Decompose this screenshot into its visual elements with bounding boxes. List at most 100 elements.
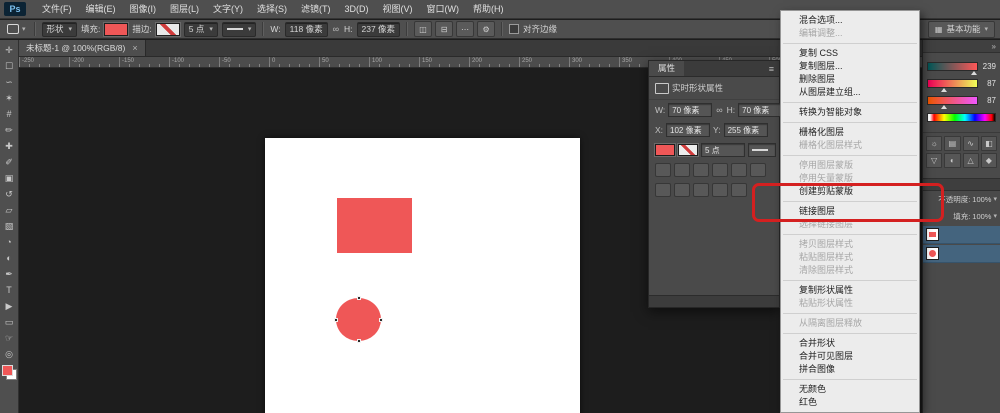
shape-anchor[interactable] — [379, 318, 383, 322]
context-menu-item[interactable]: 删除图层 — [781, 73, 919, 86]
context-menu-item[interactable]: 从隔离图层释放 — [781, 317, 919, 330]
blue-value[interactable]: 87 — [981, 96, 996, 105]
menubar-item[interactable]: 选择(S) — [250, 0, 294, 19]
context-menu-item[interactable]: 栅格化图层样式 — [781, 139, 919, 152]
foreground-color-swatch[interactable] — [2, 365, 13, 376]
context-menu-item[interactable]: 选择链接图层 — [781, 218, 919, 231]
context-menu-item-link-layers[interactable]: 链接图层 — [781, 205, 919, 218]
spot-healing-tool[interactable]: ✚ — [1, 138, 18, 154]
dodge-tool[interactable]: ◐ — [1, 250, 18, 266]
context-menu-item[interactable]: 合并可见图层 — [781, 350, 919, 363]
menubar-item[interactable]: 文件(F) — [35, 0, 79, 19]
quick-selection-tool[interactable]: ✶ — [1, 90, 18, 106]
brush-tool[interactable]: ✐ — [1, 154, 18, 170]
corner-radius-bottomright[interactable] — [731, 183, 747, 197]
history-brush-tool[interactable]: ↺ — [1, 186, 18, 202]
context-menu-item[interactable]: 从图层建立组... — [781, 86, 919, 99]
green-slider[interactable] — [927, 79, 978, 88]
shape-anchor[interactable] — [334, 318, 338, 322]
brightness-contrast-icon[interactable]: ☼ — [926, 136, 942, 151]
menubar-item[interactable]: 帮助(H) — [466, 0, 511, 19]
stroke-cap-icon[interactable] — [674, 163, 690, 177]
red-value[interactable]: 239 — [981, 62, 996, 71]
context-menu-item[interactable]: 复制图层... — [781, 60, 919, 73]
gradient-tool[interactable]: ▧ — [1, 218, 18, 234]
menubar-item[interactable]: 滤镜(T) — [294, 0, 338, 19]
lasso-tool[interactable]: ∽ — [1, 74, 18, 90]
stroke-width-input[interactable]: 5 点 ▾ — [184, 22, 218, 37]
context-menu-item[interactable]: 创建剪贴蒙版 — [781, 185, 919, 198]
layers-panel-tabs[interactable] — [923, 178, 1000, 191]
context-menu-item[interactable]: 停用矢量蒙版 — [781, 172, 919, 185]
shape-settings-gear-icon[interactable]: ⚙ — [477, 21, 495, 37]
stroke-more-icon[interactable] — [731, 163, 747, 177]
link-dimensions-icon[interactable]: ∞ — [332, 24, 340, 34]
link-dimensions-icon[interactable]: ∞ — [715, 105, 723, 115]
workspace-switcher[interactable]: ▦ 基本功能 ▾ — [928, 21, 995, 38]
shape-anchor[interactable] — [357, 339, 361, 343]
path-arrangement-icon[interactable]: ⋯ — [456, 21, 474, 37]
move-tool[interactable]: ✛ — [1, 42, 18, 58]
stroke-corner-icon[interactable] — [693, 163, 709, 177]
fill-color-swatch[interactable] — [104, 23, 128, 36]
menubar-item[interactable]: 3D(D) — [338, 0, 376, 19]
eyedropper-tool[interactable]: ✏ — [1, 122, 18, 138]
red-slider[interactable] — [927, 62, 978, 71]
rectangle-shape[interactable] — [337, 198, 412, 253]
context-menu-item[interactable]: 粘贴图层样式 — [781, 251, 919, 264]
document-canvas[interactable] — [265, 138, 580, 413]
corner-radius-bottomleft[interactable] — [712, 183, 728, 197]
stroke-width-input[interactable]: 5 点 — [701, 143, 745, 157]
stroke-color-swatch[interactable] — [156, 23, 180, 36]
context-menu-item[interactable]: 混合选项... — [781, 14, 919, 27]
black-white-icon[interactable]: ◆ — [981, 153, 997, 168]
stroke-reset-icon[interactable] — [750, 163, 766, 177]
context-menu-item[interactable]: 红色 — [781, 396, 919, 409]
color-balance-icon[interactable]: △ — [963, 153, 979, 168]
path-selection-tool[interactable]: ▶ — [1, 298, 18, 314]
ellipse-shape[interactable] — [336, 298, 381, 341]
menubar-item[interactable]: 窗口(W) — [420, 0, 467, 19]
context-menu-item[interactable]: 编辑调整... — [781, 27, 919, 40]
color-swatch-pair[interactable] — [2, 365, 17, 380]
menubar-item[interactable]: 图像(I) — [123, 0, 164, 19]
context-menu-item[interactable]: 粘贴形状属性 — [781, 297, 919, 310]
green-value[interactable]: 87 — [981, 79, 996, 88]
collapse-panels-icon[interactable]: » — [992, 42, 996, 51]
stroke-style-select[interactable] — [748, 143, 776, 157]
corner-radius-topleft[interactable] — [674, 183, 690, 197]
document-tab[interactable]: 未标题-1 @ 100%(RGB/8) × — [19, 40, 146, 56]
shape-y-input[interactable]: 255 像素 — [724, 123, 768, 137]
stroke-style-select[interactable]: ▾ — [222, 22, 257, 37]
vibrance-icon[interactable]: ▽ — [926, 153, 942, 168]
stroke-dash-icon[interactable] — [712, 163, 728, 177]
properties-tab[interactable]: 属性 — [649, 61, 684, 76]
eraser-tool[interactable]: ▱ — [1, 202, 18, 218]
stroke-color-swatch[interactable] — [678, 144, 698, 156]
pen-tool[interactable]: ✒ — [1, 266, 18, 282]
shape-x-input[interactable]: 102 像素 — [666, 123, 710, 137]
slider-handle[interactable] — [941, 102, 947, 109]
menubar-item[interactable]: 图层(L) — [163, 0, 206, 19]
stroke-align-icon[interactable] — [655, 163, 671, 177]
layer-row-selected[interactable] — [923, 226, 1000, 244]
context-menu-item[interactable]: 拷贝图层样式 — [781, 238, 919, 251]
shape-width-input[interactable]: 70 像素 — [668, 103, 712, 117]
close-icon[interactable]: × — [132, 43, 137, 53]
path-operations-icon[interactable]: ◫ — [414, 21, 432, 37]
path-alignment-icon[interactable]: ⊟ — [435, 21, 453, 37]
menubar-item[interactable]: 文字(Y) — [206, 0, 250, 19]
context-menu-item[interactable]: 转换为智能对象 — [781, 106, 919, 119]
menubar-item[interactable]: 视图(V) — [376, 0, 420, 19]
levels-icon[interactable]: ▤ — [944, 136, 960, 151]
hand-tool[interactable]: ☞ — [1, 330, 18, 346]
context-menu-item[interactable]: 拼合图像 — [781, 363, 919, 376]
blur-tool[interactable]: ◔ — [1, 234, 18, 250]
slider-handle[interactable] — [941, 85, 947, 92]
color-spectrum-ramp[interactable] — [927, 113, 996, 122]
crop-tool[interactable]: # — [1, 106, 18, 122]
opacity-value[interactable]: 100% — [972, 195, 991, 204]
layer-row-selected[interactable] — [923, 245, 1000, 263]
menubar-item[interactable]: 编辑(E) — [79, 0, 123, 19]
context-menu-item[interactable]: 无颜色 — [781, 383, 919, 396]
